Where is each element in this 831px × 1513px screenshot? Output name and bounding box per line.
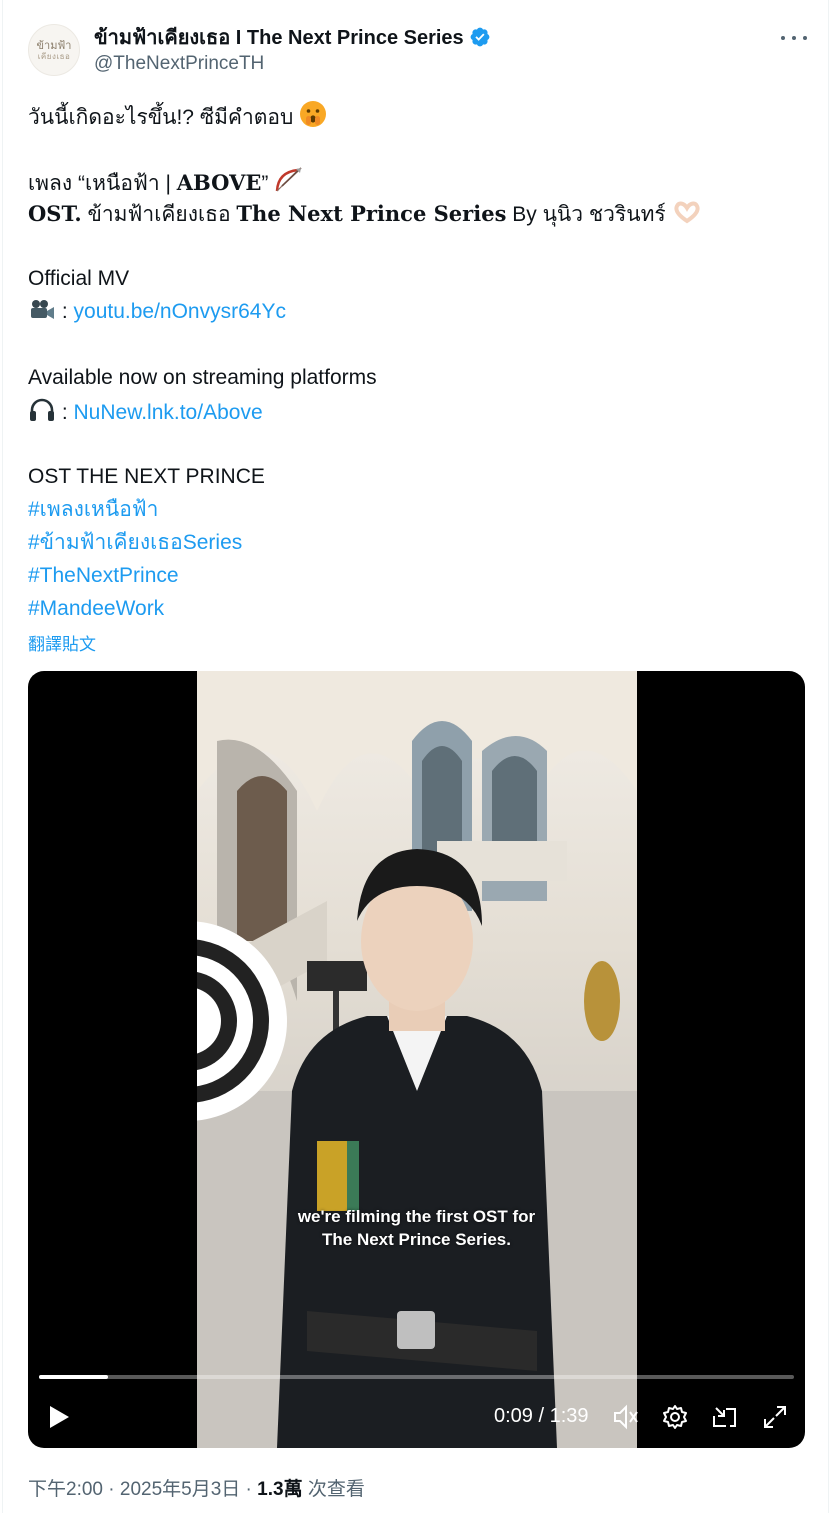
song-title-bold: ABOVE — [176, 170, 262, 195]
video-frame — [197, 671, 637, 1448]
video-progress-bar[interactable] — [39, 1375, 794, 1379]
post-text-1: วันนี้เกิดอะไรขึ้น!? ซีมีคำตอบ — [28, 106, 294, 129]
meta-dot: · — [240, 1479, 258, 1500]
video-caption-line-1: we're filming the first OST for — [297, 1207, 536, 1226]
artist-text: By นุนิว ชวรินทร์ — [506, 203, 666, 226]
translate-post-link[interactable]: 翻譯貼文 — [28, 630, 96, 655]
dot — [792, 36, 796, 40]
mv-separator: : — [56, 300, 74, 323]
hashtag-link[interactable]: #TheNextPrince — [28, 562, 179, 590]
settings-icon[interactable] — [662, 1402, 688, 1432]
pip-icon[interactable] — [712, 1402, 738, 1432]
video-player[interactable]: we're filming the first OST for The Next… — [28, 671, 805, 1448]
author-display-name[interactable]: ข้ามฟ้าเคียงเธอ I The Next Prince Series — [94, 21, 464, 53]
hashtag-link[interactable]: #MandeeWork — [28, 595, 164, 623]
mv-label: Official MV — [28, 267, 130, 290]
post-line-1: วันนี้เกิดอะไรขึ้น!? ซีมีคำตอบ — [28, 100, 327, 136]
time-separator: / — [532, 1405, 550, 1427]
video-caption-line-2: The Next Prince Series. — [322, 1230, 511, 1249]
fullscreen-icon[interactable] — [762, 1402, 788, 1432]
author-handle[interactable]: @TheNextPrinceTH — [94, 53, 264, 75]
hashtag-link[interactable]: #เพลงเหนือฟ้า — [28, 496, 158, 524]
post-time[interactable]: 下午2:00 — [28, 1479, 103, 1500]
duration: 1:39 — [549, 1405, 589, 1427]
heart-hands-icon — [672, 199, 702, 233]
author-name-row[interactable]: ข้ามฟ้าเคียงเธอ I The Next Prince Series — [94, 24, 491, 50]
ost-label: OST THE NEXT PRINCE — [28, 465, 265, 488]
streaming-label: Available now on streaming platforms — [28, 366, 377, 389]
song-title-prefix: เพลง “เหนือฟ้า | — [28, 172, 177, 195]
video-scene-illustration — [197, 671, 637, 1448]
views-label: 次查看 — [302, 1479, 365, 1500]
post-line-3: OST. ข้ามฟ้าเคียงเธอ The Next Prince Ser… — [28, 199, 702, 233]
volume-icon[interactable] — [612, 1402, 640, 1432]
dot — [803, 36, 807, 40]
shocked-face-icon — [299, 100, 327, 136]
avatar-text-2: เคียงเธอ — [37, 51, 71, 61]
meta-dot: · — [102, 1479, 120, 1500]
streaming-link[interactable]: NuNew.lnk.to/Above — [74, 401, 263, 424]
series-bold: The Next Prince Series — [236, 201, 507, 226]
ost-bold: OST. — [28, 201, 82, 226]
post-line-2: เพลง “เหนือฟ้า | ABOVE” — [28, 166, 304, 202]
streaming-line: : NuNew.lnk.to/Above — [28, 397, 263, 431]
streaming-separator: : — [56, 401, 74, 424]
more-dots-icon[interactable] — [781, 28, 807, 48]
dot — [781, 36, 785, 40]
movie-camera-icon — [28, 298, 56, 330]
verified-badge-icon — [470, 27, 490, 47]
video-time: 0:09 / 1:39 — [494, 1405, 589, 1428]
views-count: 1.3萬 — [257, 1479, 303, 1500]
mv-link[interactable]: youtu.be/nOnvysr64Yc — [74, 300, 286, 323]
current-time: 0:09 — [494, 1405, 533, 1427]
mv-line: : youtu.be/nOnvysr64Yc — [28, 298, 286, 330]
post-meta: 下午2:00 · 2025年5月3日 · 1.3萬 次查看 — [28, 1474, 365, 1501]
post-date[interactable]: 2025年5月3日 — [120, 1479, 240, 1500]
avatar-text-1: ข้ามฟ้า — [36, 38, 72, 52]
video-progress-fill — [39, 1375, 108, 1379]
headphones-icon — [28, 397, 56, 431]
play-icon[interactable] — [47, 1402, 71, 1432]
bow-arrow-icon — [274, 166, 304, 202]
song-title-suffix: ” — [261, 172, 269, 195]
author-avatar[interactable]: ข้ามฟ้า เคียงเธอ — [28, 24, 80, 76]
hashtag-link[interactable]: #ข้ามฟ้าเคียงเธอSeries — [28, 529, 242, 557]
ost-mid: ข้ามฟ้าเคียงเธอ — [81, 203, 237, 226]
